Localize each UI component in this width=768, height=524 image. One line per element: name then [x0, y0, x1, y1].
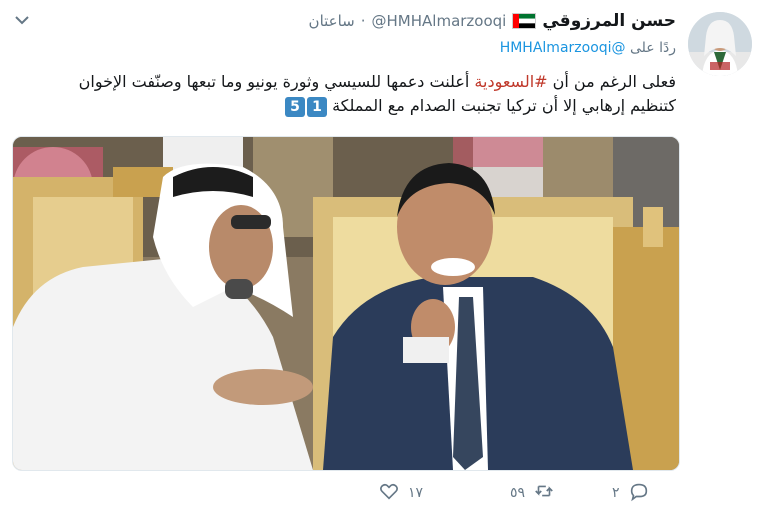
- reply-prefix: ردًا على: [630, 40, 676, 56]
- author-name[interactable]: حسن المرزوقي: [542, 11, 676, 31]
- tweet-text: فعلى الرغم من أن #السعودية أعلنت دعمها ل…: [56, 70, 676, 118]
- reply-count: ٢: [612, 485, 620, 501]
- tweet-header: حسن المرزوقي @HMHAlmarzooqi · ساعتان: [309, 8, 676, 34]
- chevron-down-icon[interactable]: [12, 10, 32, 30]
- tweet[interactable]: حسن المرزوقي @HMHAlmarzooqi · ساعتان ردً…: [0, 0, 768, 524]
- retweet-icon[interactable]: [533, 480, 555, 506]
- tweet-photo[interactable]: [12, 136, 680, 471]
- like-action[interactable]: ١٧: [378, 480, 423, 506]
- heart-icon[interactable]: [378, 480, 400, 506]
- tweet-time[interactable]: ساعتان: [309, 12, 355, 30]
- reply-mention[interactable]: @HMHAlmarzooqi: [500, 40, 626, 56]
- author-handle[interactable]: @HMHAlmarzooqi: [372, 12, 507, 30]
- hashtag-link[interactable]: #السعودية: [474, 72, 547, 91]
- tweet-actions: ٢ ٥٩ ١٧: [0, 480, 768, 510]
- number-badge-1: 1: [306, 96, 327, 117]
- number-badge-5: 5: [284, 96, 305, 117]
- separator-dot: ·: [360, 12, 366, 30]
- like-count: ١٧: [408, 485, 424, 501]
- uae-flag-icon: [512, 13, 537, 29]
- avatar[interactable]: [688, 12, 752, 76]
- replying-to: ردًا على @HMHAlmarzooqi: [500, 40, 676, 56]
- reply-action[interactable]: ٢: [612, 480, 650, 506]
- tweet-text-part1: فعلى الرغم من أن: [547, 72, 676, 91]
- retweet-action[interactable]: ٥٩: [510, 480, 555, 506]
- reply-icon[interactable]: [628, 480, 650, 506]
- retweet-count: ٥٩: [510, 485, 526, 501]
